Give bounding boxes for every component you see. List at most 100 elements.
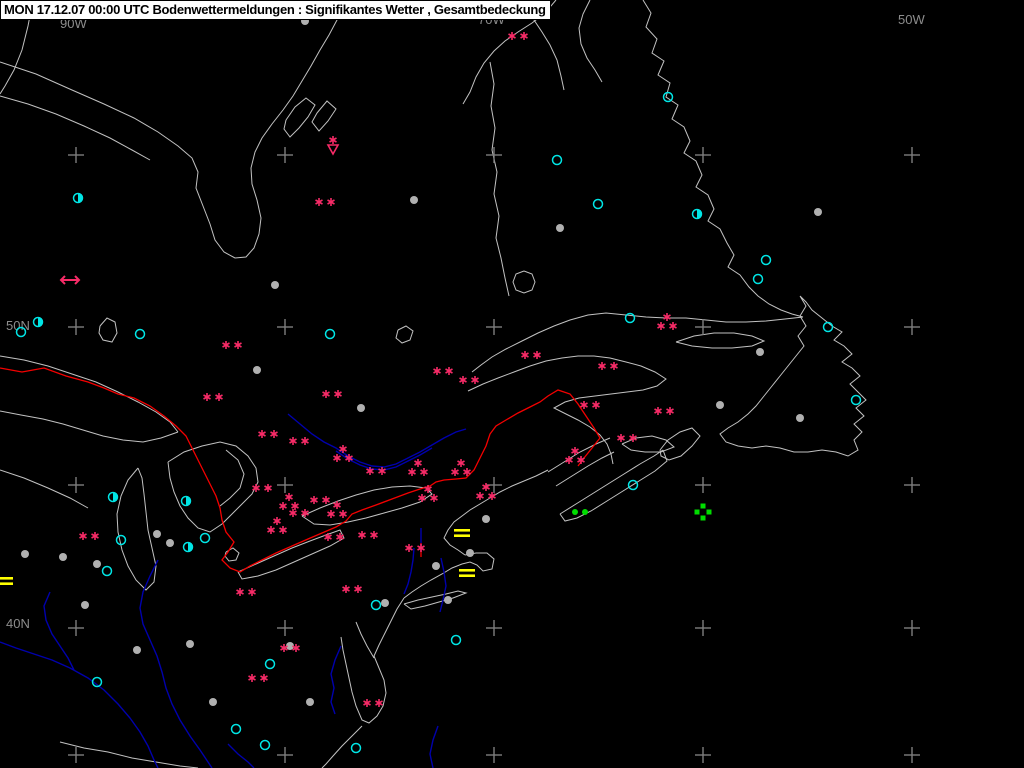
snow-moderate-icon [79, 532, 99, 540]
snowflake-glyph [203, 393, 211, 401]
snowflake-glyph [577, 456, 585, 464]
snow-moderate-icon [617, 434, 637, 442]
snow-moderate-icon [459, 376, 479, 384]
snowflake-glyph [315, 198, 323, 206]
graticule-cross [68, 477, 84, 493]
graticule-cross [277, 147, 293, 163]
coastline [283, 97, 316, 138]
snowflake-glyph [414, 459, 422, 467]
snow-moderate-icon [342, 585, 362, 593]
snow-moderate-icon [222, 341, 242, 349]
snow-moderate-icon [324, 533, 344, 541]
graticule-cross [68, 620, 84, 636]
snow-moderate-icon [310, 496, 330, 504]
snowflake-glyph [285, 493, 293, 501]
snowflake-glyph [521, 351, 529, 359]
river [139, 559, 213, 768]
snowflake-glyph [289, 509, 297, 517]
snowflake-glyph [430, 494, 438, 502]
station-circle-clear-icon [370, 599, 382, 611]
snowflake-glyph [79, 532, 87, 540]
rivers [0, 413, 467, 768]
snowflake-glyph [260, 674, 268, 682]
snow-moderate-icon [580, 401, 600, 409]
station-circle-clear-icon [350, 742, 362, 754]
coordinate-labels: 90W70W50W50N40N [6, 12, 925, 631]
river [439, 557, 447, 613]
station-dot-gray-icon [59, 553, 67, 561]
weather-map: 90W70W50W50N40N [0, 0, 925, 768]
station-circle-clear-icon [324, 328, 336, 340]
station-circle-partial-icon [72, 192, 84, 204]
snowflake-glyph [370, 531, 378, 539]
snowflake-glyph [291, 502, 299, 510]
snowflake-glyph [375, 699, 383, 707]
river [429, 725, 439, 768]
coastline [659, 427, 701, 461]
fog-icon [0, 577, 13, 585]
snow-moderate-icon [203, 393, 223, 401]
snowflake-glyph [258, 430, 266, 438]
snow-moderate-icon [258, 430, 278, 438]
station-dot-gray-icon [186, 640, 194, 648]
snowflake-glyph [580, 401, 588, 409]
snowflake-glyph [358, 531, 366, 539]
station-circle-clear-icon [551, 154, 563, 166]
river [227, 743, 255, 768]
snowflake-glyph [445, 367, 453, 375]
coastline [403, 552, 495, 599]
station-dot-gray-icon [133, 646, 141, 654]
snow-moderate-icon [366, 467, 386, 475]
station-dot-gray-icon [271, 281, 279, 289]
snow-moderate-icon [315, 198, 335, 206]
snowflake-glyph [408, 468, 416, 476]
snow-moderate-icon [598, 362, 618, 370]
snowflake-glyph [322, 496, 330, 504]
snowflake-glyph [234, 341, 242, 349]
coastline [443, 469, 549, 556]
station-dot-gray-icon [166, 539, 174, 547]
snowflake-glyph [342, 585, 350, 593]
graticule-cross [486, 319, 502, 335]
snowflake-glyph [236, 588, 244, 596]
graticule-cross [277, 319, 293, 335]
station-dot-gray-icon [81, 601, 89, 609]
station-dot-gray-icon [716, 401, 724, 409]
snowflake-glyph [459, 376, 467, 384]
snow-heavy-icon [657, 313, 677, 330]
snow-moderate-icon [358, 531, 378, 539]
snow-moderate-icon [252, 484, 272, 492]
snowflake-glyph [327, 510, 335, 518]
snow-moderate-icon [236, 588, 256, 596]
coastline [0, 95, 151, 161]
snowflake-glyph [248, 674, 256, 682]
station-dot-gray-icon [482, 515, 490, 523]
snowflake-glyph [654, 407, 662, 415]
station-circle-partial-icon [107, 491, 119, 503]
snow-moderate-icon [521, 351, 541, 359]
graticule-cross [904, 319, 920, 335]
snowflake-glyph [324, 533, 332, 541]
snow-shower-icon [326, 136, 340, 156]
coastline [116, 467, 157, 591]
graticule-cross [486, 620, 502, 636]
station-circle-clear-icon [115, 534, 127, 546]
snow-moderate-icon [654, 407, 674, 415]
station-dot-gray-icon [796, 414, 804, 422]
coastline [219, 449, 245, 507]
station-dot-gray-icon [432, 562, 440, 570]
station-dot-gray-icon [306, 698, 314, 706]
snowflake-glyph [533, 351, 541, 359]
coastline [340, 597, 405, 724]
snow-heavy-icon [279, 493, 299, 510]
coastline [403, 590, 468, 610]
graticule-cross [904, 477, 920, 493]
coastline [321, 725, 363, 768]
snowflake-glyph [333, 454, 341, 462]
coastlines [0, 0, 867, 768]
snowflake-glyph [327, 198, 335, 206]
us-canada-border [0, 367, 601, 573]
snow-moderate-icon [289, 437, 309, 445]
coastline [547, 437, 611, 473]
snowflake-glyph [657, 322, 665, 330]
